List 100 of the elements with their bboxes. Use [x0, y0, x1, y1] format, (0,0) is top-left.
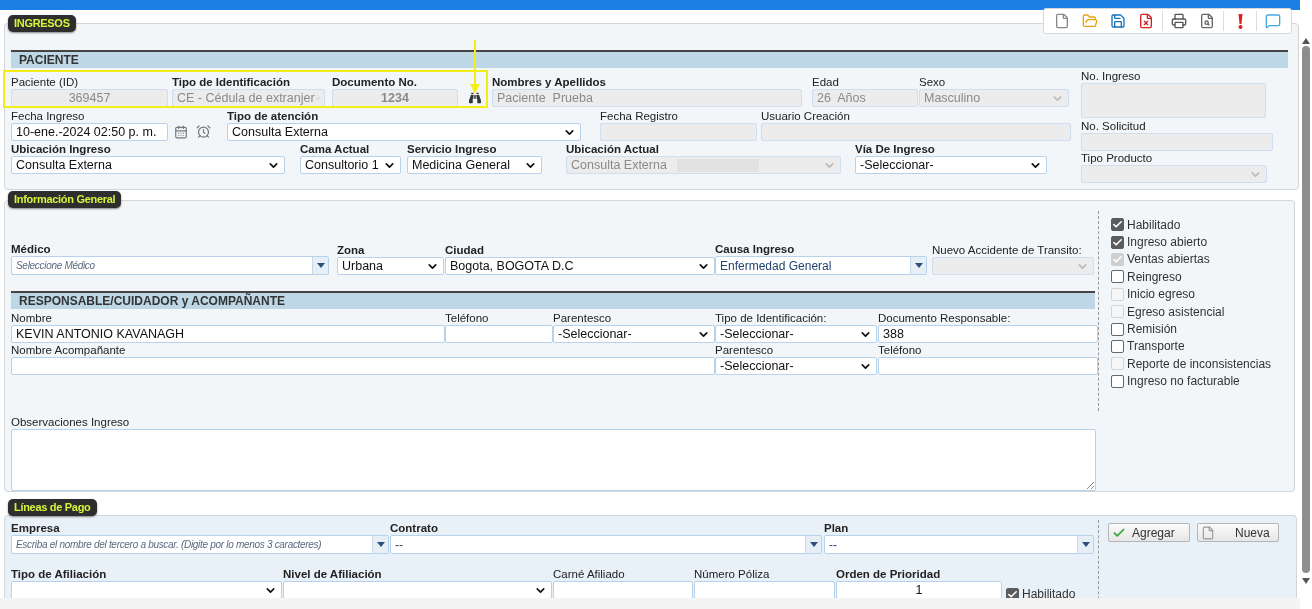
text-field[interactable]	[694, 581, 835, 598]
field-label: Tipo de Identificación:	[715, 311, 827, 325]
calendar-icon[interactable]	[174, 125, 188, 139]
dropdown[interactable]: -Seleccionar-	[715, 357, 877, 375]
field-label: Nombres y Apellidos	[492, 75, 606, 89]
dropdown[interactable]: Medicina General	[407, 156, 542, 174]
field-label: Documento Responsable:	[878, 311, 1011, 325]
checkbox-label: Transporte	[1127, 338, 1185, 356]
field-label: Causa Ingreso	[715, 242, 795, 256]
document-icon	[1201, 525, 1215, 540]
field-label: Servicio Ingreso	[407, 142, 497, 156]
resize-grip-icon	[1086, 481, 1094, 489]
field-label: Ubicación Ingreso	[11, 142, 111, 156]
dropdown[interactable]: Consulta Externa	[11, 156, 285, 174]
field-label: Empresa	[11, 521, 60, 535]
checkbox-label: Reingreso	[1127, 268, 1182, 286]
text-field[interactable]	[445, 325, 553, 343]
field-label: Vía De Ingreso	[855, 142, 935, 156]
field-label: Tipo de atención	[227, 109, 319, 123]
field-label: Nivel de Afiliación	[283, 567, 382, 581]
text-field[interactable]: 10-ene.-2024 02:50 p. m.	[11, 123, 168, 141]
print-icon[interactable]	[1171, 13, 1187, 29]
checkbox[interactable]	[1111, 218, 1124, 232]
dropdown-button[interactable]	[805, 536, 821, 553]
arrow-pointer	[470, 40, 480, 94]
text-field[interactable]: 388	[878, 325, 1098, 343]
field-label: Contrato	[390, 521, 438, 535]
checkbox-label: Ingreso no facturable	[1127, 373, 1240, 391]
dropdown-button[interactable]	[372, 536, 388, 553]
save-icon[interactable]	[1110, 13, 1126, 29]
folder-icon[interactable]	[1082, 13, 1098, 29]
dropdown[interactable]: -Seleccionar-	[715, 325, 877, 343]
field-label: Médico	[11, 242, 51, 256]
field-label: No. Solicitud	[1081, 119, 1146, 133]
scroll-up-arrow-icon[interactable]	[1302, 38, 1310, 44]
section-legend: INGRESOS	[8, 15, 76, 32]
checkbox-label: Ventas abiertas	[1127, 251, 1210, 269]
field-label: Teléfono	[445, 311, 489, 325]
scroll-down-arrow-icon[interactable]	[1302, 578, 1310, 584]
text-field[interactable]: 1	[836, 581, 1002, 598]
field-label: Usuario Creación	[761, 109, 850, 123]
caret-down-icon	[809, 542, 818, 547]
section-header: RESPONSABLE/CUIDADOR y ACOMPAÑANTE	[11, 291, 1095, 309]
combo-field[interactable]: Enfermedad General	[715, 256, 927, 275]
caret-down-icon	[316, 263, 325, 268]
binoculars-icon[interactable]	[469, 92, 481, 104]
caret-down-icon	[914, 263, 923, 268]
field-label: Paciente (ID)	[11, 75, 79, 89]
field-label: Nombre Acompañante	[11, 343, 126, 357]
field-label: Nombre	[11, 311, 52, 325]
field-label: Teléfono	[878, 343, 922, 357]
dropdown-button[interactable]	[312, 257, 328, 274]
caret-down-icon	[376, 542, 385, 547]
comment-icon[interactable]	[1265, 13, 1281, 29]
combo-field[interactable]: Seleccione Médico	[11, 256, 329, 275]
dropdown[interactable]: Bogota, BOGOTA D.C	[445, 257, 715, 275]
field-label: Sexo	[919, 75, 946, 89]
new-button[interactable]: Nueva	[1197, 523, 1279, 542]
field-label: Tipo de Afiliación	[11, 567, 107, 581]
field-label: Documento No.	[332, 75, 417, 89]
text-field[interactable]	[553, 581, 693, 598]
dropdown[interactable]: Consultorio 1	[300, 156, 401, 174]
section-header: PACIENTE	[11, 50, 1288, 68]
combo-field[interactable]: --	[824, 535, 1094, 554]
field-label: Tipo Producto	[1081, 151, 1153, 165]
delete-document-icon[interactable]	[1138, 13, 1154, 29]
dropdown[interactable]: -Seleccionar-	[553, 325, 715, 343]
dropdown[interactable]: Urbana	[337, 257, 444, 275]
checkbox[interactable]	[1111, 270, 1124, 284]
combo-field[interactable]: Escriba el nombre del tercero a buscar. (Digite por lo menos 3 caracteres)	[11, 535, 389, 554]
combo-field[interactable]: --	[390, 535, 822, 554]
textarea-field[interactable]	[11, 429, 1096, 491]
text-field[interactable]	[11, 357, 715, 375]
field-label: Número Póliza	[694, 567, 770, 581]
new-document-icon[interactable]	[1054, 13, 1070, 29]
field-label: Parentesco	[715, 343, 774, 357]
checkbox-label: Ingreso abierto	[1127, 234, 1208, 252]
dropdown-button[interactable]	[1077, 536, 1093, 553]
field-label: Nuevo Accidente de Transito:	[932, 243, 1082, 257]
section-legend: Información General	[8, 191, 122, 208]
dropdown[interactable]: -Seleccionar-	[855, 156, 1047, 174]
preview-icon[interactable]	[1199, 13, 1215, 29]
alarm-clock-icon[interactable]	[196, 124, 211, 139]
field-label: No. Ingreso	[1081, 69, 1141, 83]
dropdown-button[interactable]	[910, 257, 926, 274]
caret-down-icon	[1081, 542, 1090, 547]
field-label: Ciudad	[445, 243, 484, 257]
checkbox-label: Inicio egreso	[1127, 286, 1196, 304]
dropdown[interactable]: Consulta Externa	[227, 123, 581, 141]
text-field[interactable]	[878, 357, 1098, 375]
text-field[interactable]: KEVIN ANTONIO KAVANAGH	[11, 325, 445, 343]
checkbox[interactable]	[1111, 235, 1124, 249]
checkbox[interactable]	[1111, 374, 1124, 388]
checkbox[interactable]	[1111, 339, 1124, 353]
exclamation-icon[interactable]	[1237, 13, 1243, 29]
checkbox[interactable]	[1111, 322, 1124, 336]
field-label: Orden de Prioridad	[836, 567, 941, 581]
checkbox-label: Habilitado	[1022, 586, 1076, 598]
add-button[interactable]: Agregar	[1108, 523, 1190, 542]
field-label: Observaciones Ingreso	[11, 415, 130, 429]
